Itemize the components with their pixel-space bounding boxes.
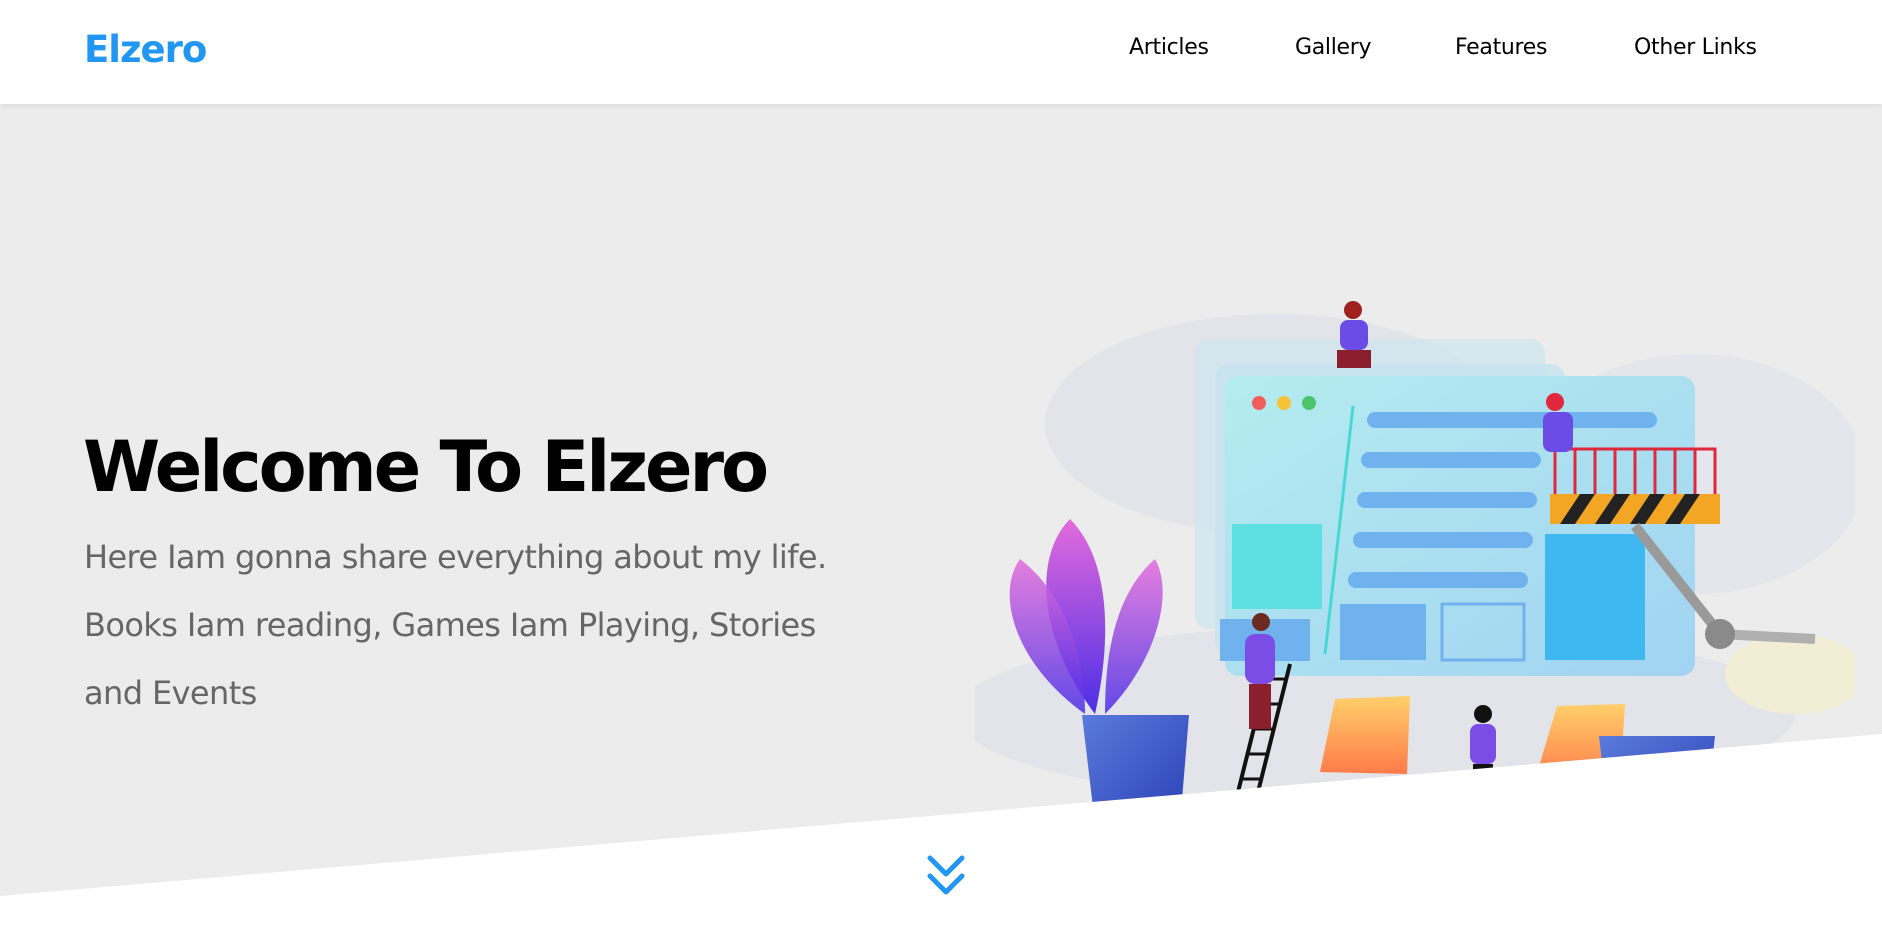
website-building-illustration: [975, 301, 1855, 825]
hero-title: Welcome To Elzero: [83, 426, 769, 508]
hero-section: Welcome To Elzero Here Iam gonna share e…: [0, 104, 1882, 896]
double-chevron-down-icon[interactable]: [926, 854, 966, 898]
site-header: Elzero Articles Gallery Features Other L…: [0, 0, 1882, 104]
nav-link-gallery[interactable]: Gallery: [1295, 35, 1372, 60]
hero-description: Here Iam gonna share everything about my…: [84, 538, 827, 712]
main-nav: Articles Gallery Features Other Links: [0, 35, 1882, 65]
nav-link-other-links[interactable]: Other Links: [1634, 35, 1757, 60]
nav-link-articles[interactable]: Articles: [1129, 35, 1209, 60]
nav-link-features[interactable]: Features: [1455, 35, 1548, 60]
